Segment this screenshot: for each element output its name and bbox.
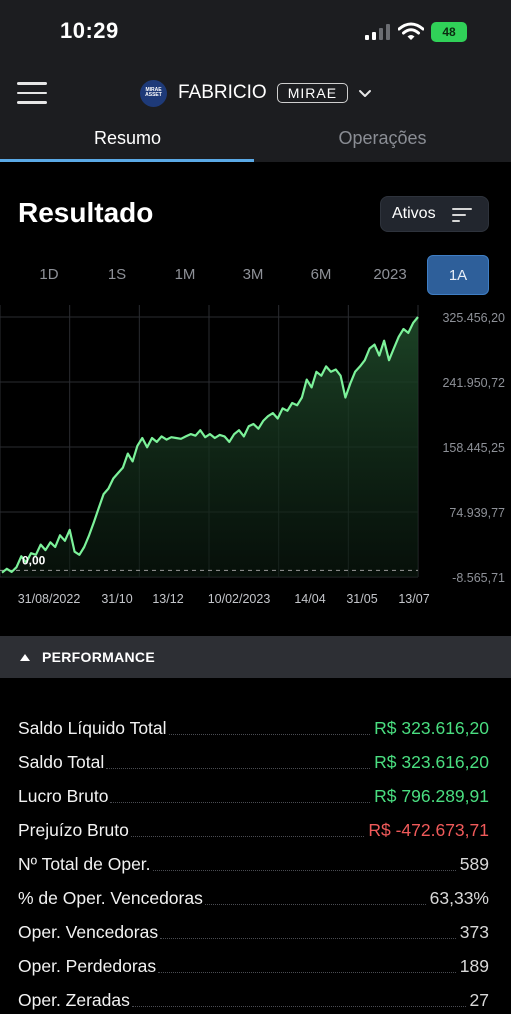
period-1a[interactable]: 1A <box>427 255 489 295</box>
stat-value: R$ 323.616,20 <box>374 718 489 738</box>
stat-label: Saldo Líquido Total <box>18 718 167 738</box>
performance-title: PERFORMANCE <box>42 649 155 665</box>
dotted-leader <box>168 734 371 735</box>
wifi-icon <box>398 22 424 40</box>
period-6m[interactable]: 6M <box>294 255 348 295</box>
broker-badge: MIRAE <box>276 83 349 103</box>
cellular-signal-icon <box>365 24 390 40</box>
stat-row: Oper. Perdedoras 189 <box>18 943 489 977</box>
active-tab-indicator <box>0 159 254 162</box>
stat-value: R$ 796.289,91 <box>374 786 489 806</box>
battery-icon: 48 <box>431 22 467 42</box>
y-tick-label: 241.950,72 <box>442 376 505 390</box>
dotted-leader <box>204 904 426 905</box>
x-axis-ticks: 31/08/2022 31/10 13/12 10/02/2023 14/04 31/05… <box>18 592 430 606</box>
sort-filter-icon <box>452 208 472 222</box>
period-selector: 1D 1S 1M 3M 6M 2023 1A <box>0 255 511 295</box>
stat-value: 189 <box>459 956 489 976</box>
y-tick-label: 74.939,77 <box>449 506 505 520</box>
broker-logo-icon: MIRAE ASSET <box>140 79 167 107</box>
period-2023[interactable]: 2023 <box>362 255 418 295</box>
dotted-leader <box>110 802 371 803</box>
stat-row: Prejuízo Bruto R$ -472.673,71 <box>18 807 489 841</box>
period-1d[interactable]: 1D <box>22 255 76 295</box>
stat-row: Oper. Vencedoras 373 <box>18 909 489 943</box>
x-tick-label: 14/04 <box>294 592 325 606</box>
stat-value: 27 <box>469 990 489 1010</box>
stat-value: 63,33% <box>429 888 489 908</box>
y-tick-label: 325.456,20 <box>442 311 505 325</box>
stat-row: Oper. Zeradas 27 <box>18 977 489 1011</box>
chart-start-label: 0,00 <box>22 553 46 567</box>
dotted-leader <box>152 870 456 871</box>
ativos-filter-button[interactable]: Ativos <box>380 196 489 232</box>
dotted-leader <box>158 972 456 973</box>
period-3m[interactable]: 3M <box>226 255 280 295</box>
result-chart[interactable]: 0,00 325.456,20 241.950,72 158.445,25 74.93… <box>0 305 511 615</box>
y-tick-label: 158.445,25 <box>442 441 505 455</box>
y-axis-ticks: 325.456,20 241.950,72 158.445,25 74.939,77 -… <box>442 311 505 585</box>
x-tick-label: 31/10 <box>101 592 132 606</box>
tab-operacoes[interactable]: Operações <box>255 128 510 149</box>
account-selector[interactable]: MIRAE ASSET FABRICIO MIRAE <box>140 78 372 108</box>
stat-label: % de Oper. Vencedoras <box>18 888 203 908</box>
dotted-leader <box>160 938 456 939</box>
x-tick-label: 31/08/2022 <box>18 592 81 606</box>
chevron-down-icon <box>359 90 372 97</box>
stat-label: Oper. Zeradas <box>18 990 130 1010</box>
stat-label: Nº Total de Oper. <box>18 854 151 874</box>
stat-row: Saldo Total R$ 323.616,20 <box>18 739 489 773</box>
stat-label: Prejuízo Bruto <box>18 820 129 840</box>
tab-bar: Resumo Operações <box>0 122 511 162</box>
x-tick-label: 13/07 <box>398 592 429 606</box>
stat-value: R$ 323.616,20 <box>374 752 489 772</box>
tab-resumo[interactable]: Resumo <box>0 128 255 149</box>
app-header: MIRAE ASSET FABRICIO MIRAE Resumo Operaç… <box>0 62 511 162</box>
ativos-filter-label: Ativos <box>392 205 436 222</box>
x-tick-label: 10/02/2023 <box>208 592 271 606</box>
y-tick-label: -8.565,71 <box>452 571 505 585</box>
page-title: Resultado <box>18 197 154 228</box>
stat-row: Lucro Bruto R$ 796.289,91 <box>18 773 489 807</box>
dotted-leader <box>131 1006 466 1007</box>
dotted-leader <box>106 768 371 769</box>
collapse-arrow-icon <box>20 653 30 661</box>
performance-section-toggle[interactable]: PERFORMANCE <box>0 636 511 678</box>
stat-label: Saldo Total <box>18 752 105 772</box>
stat-row: Nº Total de Oper. 589 <box>18 841 489 875</box>
status-time: 10:29 <box>60 18 119 43</box>
account-name: FABRICIO <box>178 82 267 103</box>
stat-label: Lucro Bruto <box>18 786 109 806</box>
status-bar: 10:29 48 <box>0 0 511 62</box>
dotted-leader <box>130 836 365 837</box>
stat-value: 373 <box>459 922 489 942</box>
stat-row: Saldo Líquido Total R$ 323.616,20 <box>18 705 489 739</box>
x-tick-label: 13/12 <box>152 592 183 606</box>
stat-value: R$ -472.673,71 <box>368 820 489 840</box>
x-tick-label: 31/05 <box>346 592 377 606</box>
period-1s[interactable]: 1S <box>90 255 144 295</box>
stat-label: Oper. Perdedoras <box>18 956 157 976</box>
stat-value: 589 <box>459 854 489 874</box>
period-1m[interactable]: 1M <box>158 255 212 295</box>
stat-row: % de Oper. Vencedoras 63,33% <box>18 875 489 909</box>
stat-label: Oper. Vencedoras <box>18 922 159 942</box>
hamburger-menu-icon[interactable] <box>17 82 47 104</box>
